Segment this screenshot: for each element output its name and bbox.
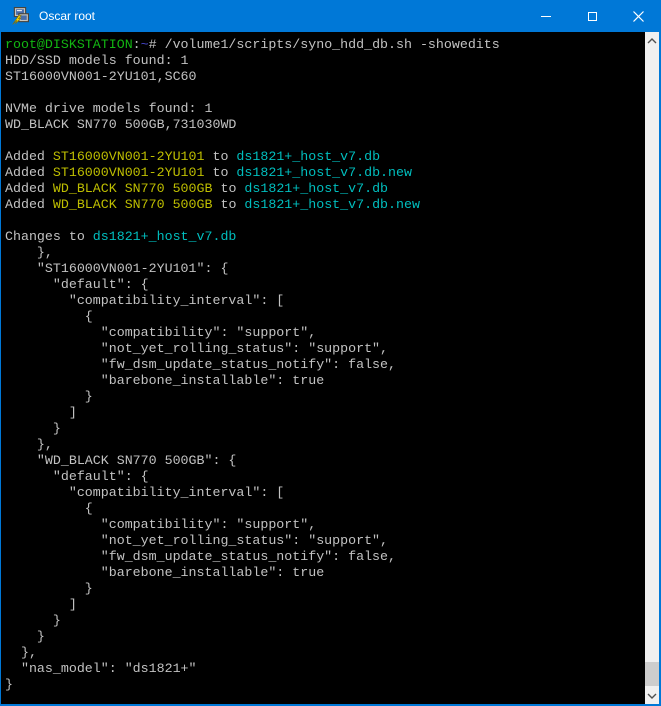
title-bar[interactable]: Oscar root	[0, 0, 661, 32]
terminal-line	[5, 213, 645, 229]
terminal-line: WD_BLACK SN770 500GB,731030WD	[5, 117, 645, 133]
terminal-line: }	[5, 629, 645, 645]
client-area: root@DISKSTATION:~# /volume1/scripts/syn…	[1, 32, 659, 704]
terminal-line: "not_yet_rolling_status": "support",	[5, 341, 645, 357]
terminal-line: "fw_dsm_update_status_notify": false,	[5, 357, 645, 373]
terminal-line: Changes to ds1821+_host_v7.db	[5, 229, 645, 245]
terminal-line: NVMe drive models found: 1	[5, 101, 645, 117]
terminal-line: }	[5, 389, 645, 405]
terminal-line: "not_yet_rolling_status": "support",	[5, 533, 645, 549]
terminal-line: "WD_BLACK SN770 500GB": {	[5, 453, 645, 469]
terminal-line: "nas_model": "ds1821+"	[5, 661, 645, 677]
terminal-line	[5, 85, 645, 101]
terminal-line: Added WD_BLACK SN770 500GB to ds1821+_ho…	[5, 181, 645, 197]
terminal-line: root@DISKSTATION:~# /volume1/scripts/syn…	[5, 37, 645, 53]
terminal-line: "barebone_installable": true	[5, 373, 645, 389]
terminal-line: HDD/SSD models found: 1	[5, 53, 645, 69]
terminal-line: Added ST16000VN001-2YU101 to ds1821+_hos…	[5, 149, 645, 165]
terminal-line: {	[5, 501, 645, 517]
terminal-output[interactable]: root@DISKSTATION:~# /volume1/scripts/syn…	[1, 32, 645, 704]
terminal-line: ST16000VN001-2YU101,SC60	[5, 69, 645, 85]
window-controls	[523, 0, 661, 32]
terminal-line: Added WD_BLACK SN770 500GB to ds1821+_ho…	[5, 197, 645, 213]
scroll-up-button[interactable]	[645, 32, 659, 49]
terminal-line: "compatibility": "support",	[5, 325, 645, 341]
terminal-line: },	[5, 245, 645, 261]
terminal-line: }	[5, 421, 645, 437]
terminal-line: ]	[5, 405, 645, 421]
terminal-line: }	[5, 613, 645, 629]
terminal-line: ]	[5, 597, 645, 613]
scroll-down-button[interactable]	[645, 687, 659, 704]
close-button[interactable]	[615, 0, 661, 32]
scrollbar[interactable]	[645, 32, 659, 704]
putty-icon[interactable]	[11, 7, 29, 25]
terminal-line: "compatibility_interval": [	[5, 293, 645, 309]
terminal-line: "default": {	[5, 277, 645, 293]
maximize-icon	[588, 12, 597, 21]
terminal-line: "default": {	[5, 469, 645, 485]
maximize-button[interactable]	[569, 0, 615, 32]
terminal-line: Added ST16000VN001-2YU101 to ds1821+_hos…	[5, 165, 645, 181]
minimize-icon	[541, 16, 551, 17]
close-icon	[633, 11, 644, 22]
terminal-line: "ST16000VN001-2YU101": {	[5, 261, 645, 277]
terminal-line: },	[5, 645, 645, 661]
terminal-line: "compatibility": "support",	[5, 517, 645, 533]
putty-window: Oscar root root@DISKSTATION:~# /volume1/…	[0, 0, 661, 706]
scrollbar-thumb[interactable]	[645, 662, 659, 686]
terminal-line: }	[5, 677, 645, 693]
terminal-line: "compatibility_interval": [	[5, 485, 645, 501]
terminal-line: }	[5, 581, 645, 597]
terminal-line: {	[5, 309, 645, 325]
chevron-down-icon	[647, 693, 657, 699]
window-title: Oscar root	[39, 9, 95, 23]
terminal-line: },	[5, 437, 645, 453]
terminal-line	[5, 133, 645, 149]
minimize-button[interactable]	[523, 0, 569, 32]
chevron-up-icon	[647, 38, 657, 44]
terminal-line: "fw_dsm_update_status_notify": false,	[5, 549, 645, 565]
terminal-line: "barebone_installable": true	[5, 565, 645, 581]
